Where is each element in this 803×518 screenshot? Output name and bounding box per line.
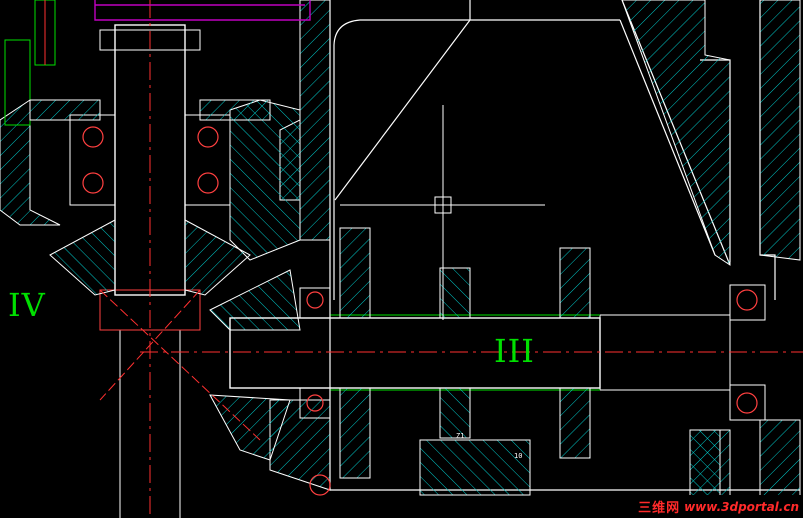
bevel-gears — [49, 219, 301, 461]
gearbox-section-drawing — [0, 0, 803, 518]
shaft-iii-label: III — [494, 332, 535, 370]
shaft-iv-label: IV — [8, 286, 46, 324]
gear-tag-10: 10 — [514, 452, 523, 460]
top-frame — [94, 0, 311, 21]
cad-drawing-canvas: IV III Z1 10 三维网 www.3dportal.cn — [0, 0, 803, 518]
gear-tag-z1: Z1 — [456, 432, 465, 440]
watermark-site-name: 三维网 — [638, 501, 681, 516]
watermark-url: www.3dportal.cn — [684, 499, 799, 514]
site-watermark: 三维网 www.3dportal.cn — [581, 495, 803, 518]
cursor-crosshair — [340, 105, 545, 320]
